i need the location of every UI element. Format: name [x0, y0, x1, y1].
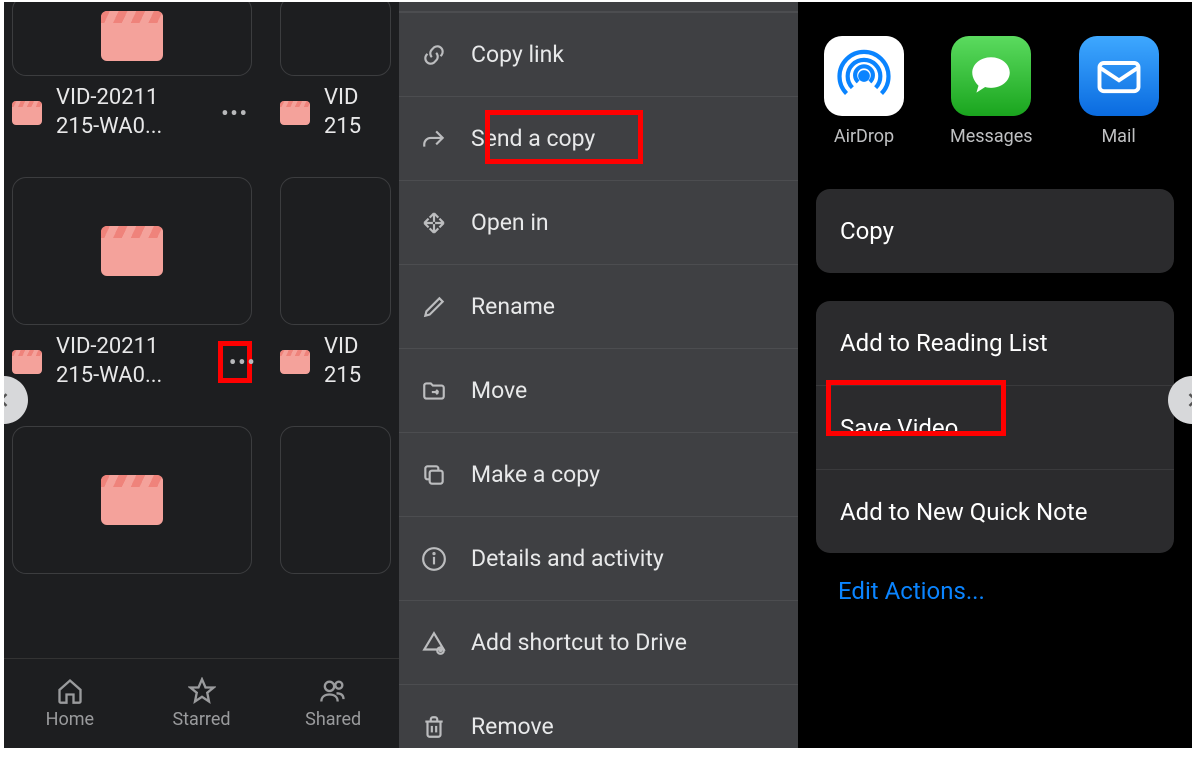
file-card[interactable] [12, 426, 252, 574]
file-card[interactable] [12, 2, 252, 76]
drive-shortcut-icon [421, 630, 471, 656]
tab-starred[interactable]: Starred [136, 659, 268, 748]
menu-label: Move [471, 377, 798, 404]
info-icon [421, 546, 471, 572]
edit-actions-link[interactable]: Edit Actions... [798, 553, 1192, 605]
menu-label: Make a copy [471, 461, 798, 488]
home-icon [56, 677, 84, 705]
bottom-tabbar: Home Starred Shared [4, 658, 399, 748]
menu-label: Remove [471, 713, 798, 740]
share-label: Messages [950, 126, 1033, 147]
file-name: VID-20211 215-WA0... [56, 84, 218, 141]
folder-move-icon [421, 378, 471, 404]
menu-label: Rename [471, 293, 798, 320]
menu-add-shortcut[interactable]: Add shortcut to Drive [399, 600, 798, 684]
menu-label: Add shortcut to Drive [471, 629, 798, 656]
menu-open-in[interactable]: Open in [399, 180, 798, 264]
share-label: AirDrop [834, 126, 894, 147]
tab-label: Home [46, 709, 94, 730]
drive-grid-view: VID-20211 215-WA0... ••• VID 215 [4, 2, 399, 748]
action-label: Add to Reading List [840, 329, 1048, 357]
more-icon[interactable]: ••• [218, 341, 252, 383]
pencil-icon [421, 294, 471, 320]
action-label: Copy [840, 217, 894, 245]
copy-icon [421, 462, 471, 488]
mail-icon [1079, 36, 1159, 116]
file-card[interactable] [280, 2, 391, 76]
action-copy[interactable]: Copy [816, 189, 1174, 273]
action-group: Copy [816, 189, 1174, 273]
link-icon [421, 42, 471, 68]
more-icon[interactable]: ••• [218, 101, 252, 125]
menu-copy-link[interactable]: Copy link [399, 12, 798, 96]
action-label: Add to New Quick Note [840, 498, 1087, 526]
menu-label: Details and activity [471, 545, 798, 572]
file-card[interactable] [12, 177, 252, 325]
video-file-icon [280, 350, 310, 374]
file-card[interactable] [280, 177, 391, 325]
tab-home[interactable]: Home [4, 659, 136, 748]
video-file-icon [280, 101, 310, 125]
share-label: Mail [1101, 126, 1135, 147]
menu-label: Copy link [471, 41, 798, 68]
tab-label: Shared [305, 709, 361, 730]
file-card[interactable] [280, 426, 391, 574]
ios-share-sheet: AirDrop Messages Mail Copy Add t [798, 2, 1192, 748]
messages-icon [951, 36, 1031, 116]
highlight-send-copy [485, 110, 643, 164]
share-arrow-icon [421, 126, 471, 152]
people-icon [319, 677, 347, 705]
tab-shared[interactable]: Shared [267, 659, 399, 748]
action-quick-note[interactable]: Add to New Quick Note [816, 469, 1174, 553]
trash-icon [421, 714, 471, 740]
menu-label: Open in [471, 209, 798, 236]
menu-rename[interactable]: Rename [399, 264, 798, 348]
share-mail[interactable]: Mail [1079, 36, 1159, 147]
highlight-save-video [826, 380, 1006, 436]
video-file-icon [101, 475, 163, 525]
share-targets-row: AirDrop Messages Mail [798, 2, 1192, 147]
tab-label: Starred [172, 709, 230, 730]
share-airdrop[interactable]: AirDrop [824, 36, 904, 147]
star-icon [188, 677, 216, 705]
file-name: VID-20211 215-WA0... [56, 333, 218, 390]
file-name: VID 215 [324, 84, 391, 141]
share-messages[interactable]: Messages [950, 36, 1033, 147]
video-file-icon [101, 226, 163, 276]
menu-details[interactable]: Details and activity [399, 516, 798, 600]
action-reading-list[interactable]: Add to Reading List [816, 301, 1174, 385]
airdrop-icon [824, 36, 904, 116]
menu-make-copy[interactable]: Make a copy [399, 432, 798, 516]
open-in-icon [421, 210, 471, 236]
menu-move[interactable]: Move [399, 348, 798, 432]
video-file-icon [101, 11, 163, 61]
edit-actions-label: Edit Actions... [838, 577, 985, 605]
video-file-icon [12, 101, 42, 125]
file-name: VID 215 [324, 333, 391, 390]
video-file-icon [12, 350, 42, 374]
menu-remove[interactable]: Remove [399, 684, 798, 748]
file-actions-menu: Copy link Send a copy Open in Rename Mov… [399, 2, 798, 748]
